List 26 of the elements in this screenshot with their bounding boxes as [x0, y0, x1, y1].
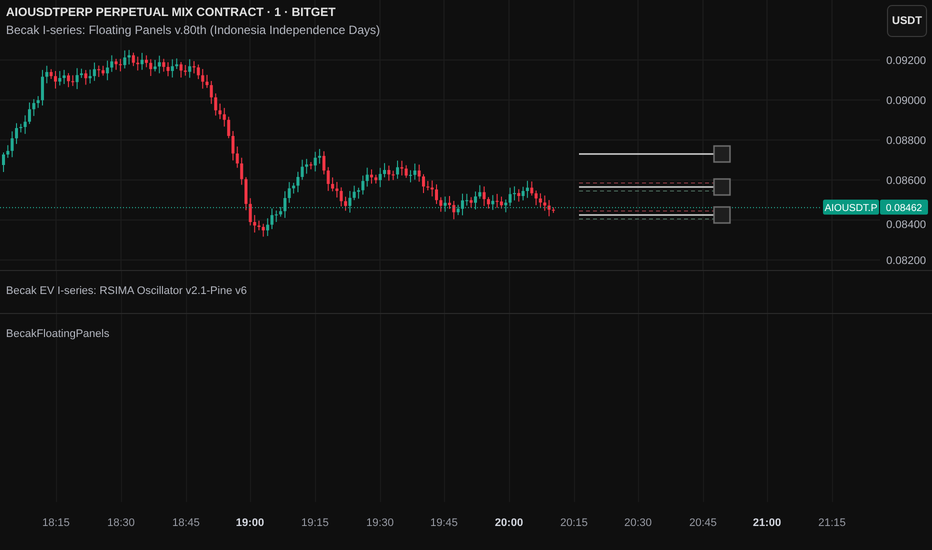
time-label: 19:00 [236, 517, 264, 529]
time-label: 21:00 [752, 517, 782, 529]
currency-button[interactable]: USDT [887, 5, 927, 37]
indicator-title: Becak I-series: Floating Panels v.80th (Indonesia Independence Days) [6, 23, 380, 37]
time-label: 20:30 [624, 517, 652, 529]
price-label: 0.09000 [886, 95, 926, 107]
time-label: 20:00 [494, 517, 524, 529]
price-label: 0.09200 [886, 55, 926, 67]
time-label: 19:15 [301, 517, 329, 529]
last-price-tag: 0.08462 [880, 200, 928, 215]
time-label: 20:15 [560, 517, 588, 529]
time-label: 21:15 [818, 517, 846, 529]
pane-title: BecakFloatingPanels [6, 328, 110, 340]
price-label: 0.08400 [886, 219, 926, 231]
symbol-tag: AIOUSDT.P [823, 200, 879, 215]
time-label: 18:15 [42, 517, 70, 529]
price-label: 0.08800 [886, 135, 926, 147]
time-label: 18:45 [172, 517, 200, 529]
pane-title: Becak EV I-series: RSIMA Oscillator v2.1-Pine v6 [6, 285, 247, 297]
time-label: 18:30 [107, 517, 135, 529]
price-label: 0.08600 [886, 175, 926, 187]
symbol-title: AIOUSDTPERP PERPETUAL MIX CONTRACT · 1 · BITGET [6, 5, 337, 19]
price-label: 0.08200 [886, 255, 926, 267]
time-label: 20:45 [689, 517, 717, 529]
time-label: 19:30 [366, 517, 394, 529]
time-label: 19:45 [430, 517, 458, 529]
